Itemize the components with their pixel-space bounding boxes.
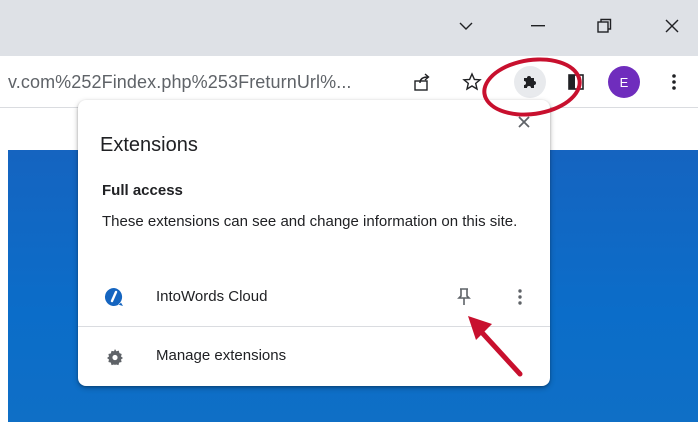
chevron-down-icon[interactable] (446, 6, 486, 46)
browser-titlebar (0, 0, 698, 56)
extension-name: IntoWords Cloud (156, 288, 268, 305)
extension-more-icon[interactable] (510, 284, 530, 310)
pin-icon[interactable] (452, 284, 476, 310)
restore-icon[interactable] (584, 6, 624, 46)
share-icon[interactable] (406, 66, 438, 98)
minimize-icon[interactable] (518, 6, 558, 46)
kebab-menu-icon[interactable] (658, 66, 690, 98)
full-access-description: These extensions can see and change info… (102, 213, 518, 230)
avatar[interactable]: E (608, 66, 640, 98)
close-icon[interactable] (652, 6, 692, 46)
popup-title: Extensions (100, 134, 198, 156)
address-bar-url[interactable]: v.com%252Findex.php%253FreturnUrl%... (8, 72, 352, 93)
full-access-heading: Full access (102, 182, 183, 199)
extension-row[interactable]: IntoWords Cloud (78, 278, 550, 316)
manage-extensions-label: Manage extensions (156, 347, 287, 364)
avatar-letter: E (619, 74, 629, 90)
intowords-logo-icon (104, 287, 124, 312)
gear-icon (106, 348, 124, 371)
annotation-arrow-icon (462, 312, 532, 389)
